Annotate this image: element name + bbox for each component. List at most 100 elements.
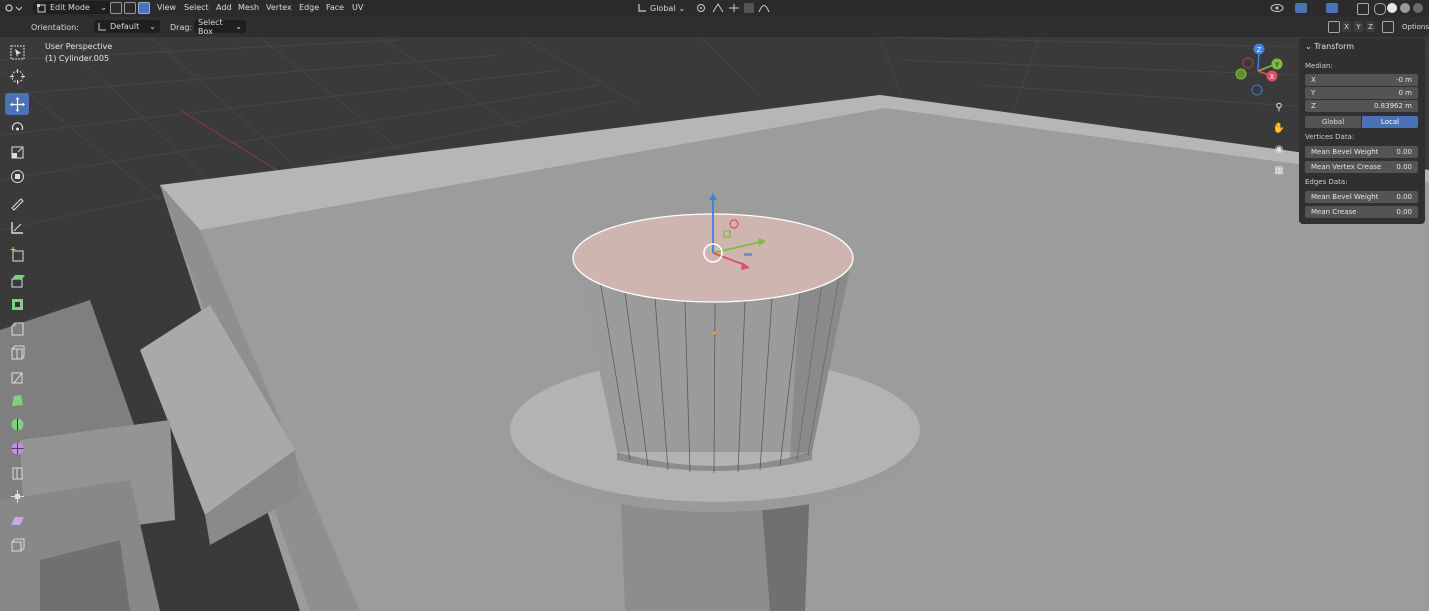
tool-scale[interactable] bbox=[5, 141, 29, 163]
space-global-button[interactable]: Global bbox=[1305, 116, 1361, 128]
solid-shading-icon[interactable] bbox=[1387, 3, 1397, 13]
space-local-button[interactable]: Local bbox=[1362, 116, 1418, 128]
editor-type-menu[interactable] bbox=[4, 1, 22, 15]
tool-rip-region[interactable] bbox=[5, 533, 29, 555]
camera-view-button[interactable]: ◉ bbox=[1270, 140, 1288, 158]
menu-uv[interactable]: UV bbox=[352, 3, 363, 12]
vertex-select-icon[interactable] bbox=[110, 2, 122, 14]
tool-transform[interactable] bbox=[5, 165, 29, 187]
tool-edge-slide[interactable] bbox=[5, 461, 29, 483]
auto-merge-icon[interactable] bbox=[1382, 21, 1394, 33]
face-select-icon[interactable] bbox=[138, 2, 150, 14]
orientation-label: Orientation: bbox=[31, 23, 79, 32]
mirror-icon[interactable] bbox=[1328, 21, 1340, 33]
tool-spin[interactable] bbox=[5, 413, 29, 435]
drag-label: Drag: bbox=[170, 23, 193, 32]
pivot-snap-group bbox=[696, 1, 770, 15]
spin-icon bbox=[11, 418, 23, 430]
snap-target-icon[interactable] bbox=[728, 3, 740, 13]
chevron-down-icon: ⌄ bbox=[100, 3, 107, 12]
transform-panel-header[interactable]: ⌄ Transform bbox=[1305, 42, 1354, 51]
tool-knife[interactable] bbox=[5, 365, 29, 387]
drag-dropdown[interactable]: Select Box ⌄ bbox=[194, 17, 246, 36]
tool-settings-header: Orientation: Default ⌄ Drag: Select Box … bbox=[0, 17, 1429, 37]
tool-rotate[interactable] bbox=[5, 117, 29, 139]
median-x-field[interactable]: X -0 m bbox=[1305, 74, 1418, 86]
field-value: 0 m bbox=[1398, 89, 1413, 97]
tool-select-box[interactable] bbox=[5, 41, 29, 63]
transform-panel: ⌄ Transform Median: X -0 m Y 0 m Z 0.839… bbox=[1299, 38, 1425, 224]
mean-bevel-weight-vertex-field[interactable]: Mean Bevel Weight 0.00 bbox=[1305, 146, 1418, 158]
transform-panel-title: Transform bbox=[1314, 42, 1355, 51]
bevel-icon bbox=[11, 322, 23, 335]
tool-add-cube[interactable] bbox=[5, 243, 29, 265]
mean-bevel-weight-edge-field[interactable]: Mean Bevel Weight 0.00 bbox=[1305, 191, 1418, 203]
mirror-z-button[interactable]: Z bbox=[1366, 21, 1375, 32]
tool-smooth[interactable] bbox=[5, 437, 29, 459]
tool-move[interactable] bbox=[5, 93, 29, 115]
tool-shear[interactable] bbox=[5, 509, 29, 531]
transform-orientation-dropdown[interactable]: Global ⌄ bbox=[637, 1, 685, 15]
edge-select-icon[interactable] bbox=[124, 2, 136, 14]
menu-mesh[interactable]: Mesh bbox=[238, 3, 259, 12]
menu-select[interactable]: Select bbox=[184, 3, 209, 12]
tool-poly-build[interactable] bbox=[5, 389, 29, 411]
chevron-down-icon: ⌄ bbox=[678, 3, 686, 13]
tool-inset-faces[interactable] bbox=[5, 293, 29, 315]
field-label: Mean Bevel Weight bbox=[1311, 148, 1379, 156]
proportional-editing-icon[interactable] bbox=[744, 3, 754, 13]
xray-toggle-icon[interactable] bbox=[1357, 3, 1369, 15]
tool-cursor[interactable] bbox=[5, 65, 29, 87]
visibility-icon[interactable] bbox=[1270, 3, 1284, 13]
tool-loop-cut[interactable] bbox=[5, 341, 29, 363]
navigation-gizmo[interactable]: Z Y X bbox=[1230, 42, 1286, 100]
orientation-dropdown[interactable]: Default ⌄ bbox=[94, 20, 160, 33]
snap-icon[interactable] bbox=[712, 3, 724, 13]
material-shading-icon[interactable] bbox=[1400, 3, 1410, 13]
menu-vertex[interactable]: Vertex bbox=[266, 3, 292, 12]
tool-shrink-fatten[interactable] bbox=[5, 485, 29, 507]
mirror-x-button[interactable]: X bbox=[1342, 21, 1351, 32]
median-y-field[interactable]: Y 0 m bbox=[1305, 87, 1418, 99]
pan-button[interactable]: ✋ bbox=[1270, 119, 1288, 137]
viewport-scene[interactable] bbox=[0, 37, 1429, 611]
median-label: Median: bbox=[1305, 62, 1333, 70]
tool-measure[interactable] bbox=[5, 216, 29, 238]
field-label: Mean Crease bbox=[1311, 208, 1357, 216]
menu-edge[interactable]: Edge bbox=[299, 3, 319, 12]
tool-extrude-region[interactable] bbox=[5, 269, 29, 291]
3d-viewport[interactable] bbox=[0, 37, 1429, 611]
field-value: 0.00 bbox=[1396, 193, 1412, 201]
object-origin bbox=[712, 331, 716, 335]
median-z-field[interactable]: Z 0.83962 m bbox=[1305, 100, 1418, 112]
mode-dropdown[interactable]: Edit Mode ⌄ bbox=[33, 1, 111, 14]
pivot-point-icon[interactable] bbox=[696, 3, 708, 13]
perspective-toggle-button[interactable]: ▦ bbox=[1270, 161, 1288, 179]
rendered-shading-icon[interactable] bbox=[1413, 3, 1423, 13]
chevron-down-icon: ⌄ bbox=[1305, 42, 1315, 51]
wireframe-shading-icon[interactable] bbox=[1374, 3, 1386, 15]
object-name: (1) Cylinder.005 bbox=[45, 54, 110, 63]
tool-bevel[interactable] bbox=[5, 317, 29, 339]
shrink-fatten-icon bbox=[10, 489, 24, 503]
menu-view[interactable]: View bbox=[157, 3, 176, 12]
orientation-axes-icon bbox=[98, 23, 106, 31]
menu-add[interactable]: Add bbox=[216, 3, 232, 12]
falloff-icon[interactable] bbox=[758, 3, 770, 13]
poly-build-icon bbox=[11, 394, 23, 406]
mean-crease-field[interactable]: Mean Crease 0.00 bbox=[1305, 206, 1418, 218]
gizmo-toggle-icon[interactable] bbox=[1295, 3, 1307, 13]
mirror-y-button[interactable]: Y bbox=[1354, 21, 1363, 32]
tool-annotate[interactable] bbox=[5, 192, 29, 214]
annotate-icon bbox=[10, 197, 24, 211]
rip-region-icon bbox=[11, 538, 24, 551]
mean-vertex-crease-field[interactable]: Mean Vertex Crease 0.00 bbox=[1305, 161, 1418, 173]
inset-faces-icon bbox=[11, 298, 23, 310]
zoom-button[interactable]: ⚲ bbox=[1270, 98, 1288, 116]
menu-face[interactable]: Face bbox=[326, 3, 344, 12]
loop-cut-icon bbox=[11, 345, 24, 359]
field-value: 0.00 bbox=[1396, 148, 1412, 156]
drag-dropdown-value: Select Box bbox=[198, 17, 223, 36]
overlay-toggle-icon[interactable] bbox=[1326, 3, 1338, 13]
options-button[interactable]: Options bbox=[1402, 23, 1429, 31]
